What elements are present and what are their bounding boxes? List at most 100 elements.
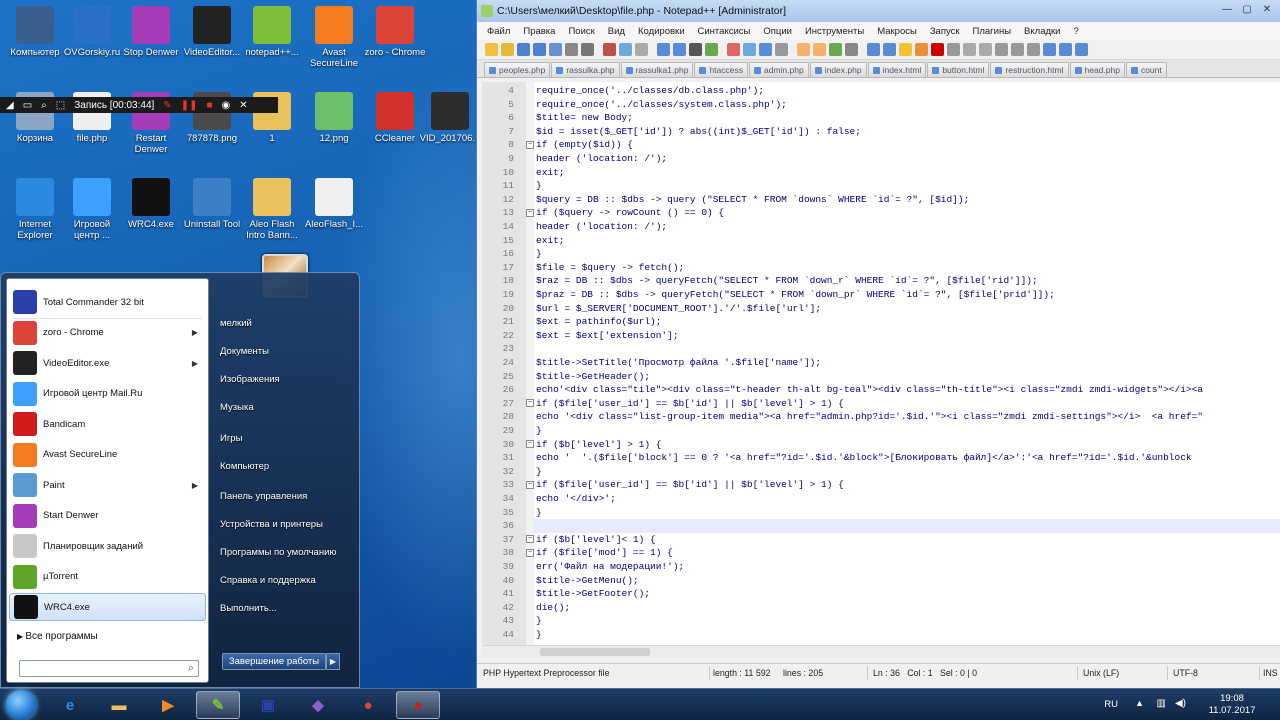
file-tab[interactable]: index.php xyxy=(809,62,867,77)
desktop-icon[interactable]: 12.png xyxy=(302,92,366,144)
start-menu-item[interactable]: Total Commander 32 bit xyxy=(9,288,206,319)
start-menu-right-item[interactable]: Музыка xyxy=(220,402,254,413)
menu-item[interactable]: Опции xyxy=(763,26,792,37)
record-stop-icon[interactable]: ■ xyxy=(206,100,212,111)
desktop-icon[interactable]: WRC4.exe xyxy=(119,178,183,230)
copy-icon[interactable] xyxy=(619,43,632,56)
file-tab[interactable]: index.html xyxy=(867,62,927,77)
volume-icon[interactable]: ◀) xyxy=(1175,698,1186,709)
all-programs-button[interactable]: ▶ Все программы xyxy=(17,631,98,642)
record-macro-icon[interactable] xyxy=(931,43,944,56)
shutdown-options-button[interactable]: ▶ xyxy=(326,653,340,670)
menu-item[interactable]: ? xyxy=(1073,26,1078,37)
find-icon[interactable] xyxy=(689,43,702,56)
desktop-icon[interactable]: Internet Explorer xyxy=(3,178,67,241)
new-file-icon[interactable] xyxy=(485,43,498,56)
desktop-icon[interactable]: Avast SecureLine xyxy=(302,6,366,69)
record-search-icon[interactable]: ⌕ xyxy=(41,100,47,111)
start-menu-item[interactable]: Paint ▶ xyxy=(9,471,206,499)
extra-icon[interactable] xyxy=(1075,43,1088,56)
menu-item[interactable]: Плагины xyxy=(973,26,1012,37)
menu-item[interactable]: Поиск xyxy=(568,26,594,37)
language-icon[interactable] xyxy=(845,43,858,56)
start-menu-item[interactable]: Start Denwer xyxy=(9,502,206,530)
taskbar-item-ie[interactable]: e xyxy=(48,691,92,719)
start-menu-right-item[interactable]: Игры xyxy=(220,433,242,444)
zoom-out-icon[interactable] xyxy=(743,43,756,56)
network-icon[interactable]: ▥ xyxy=(1157,698,1166,709)
desktop-icon[interactable]: AleoFlash_I... xyxy=(302,178,366,230)
menu-item[interactable]: Вид xyxy=(608,26,625,37)
sync-vertical-icon[interactable] xyxy=(759,43,772,56)
menu-item[interactable]: Кодировки xyxy=(638,26,685,37)
start-menu-right-item[interactable]: Выполнить... xyxy=(220,603,277,614)
close-file-icon[interactable] xyxy=(549,43,562,56)
menu-item[interactable]: Макросы xyxy=(877,26,917,37)
start-menu-right-item[interactable]: Документы xyxy=(220,346,269,357)
doc-map-icon[interactable] xyxy=(867,43,880,56)
menu-item[interactable]: Синтаксисы xyxy=(698,26,751,37)
record-region-icon[interactable]: ⬚ xyxy=(56,100,65,111)
fold-marker-icon[interactable]: − xyxy=(526,140,534,149)
start-menu-right-item[interactable]: Панель управления xyxy=(220,491,307,502)
start-menu-item[interactable]: WRC4.exe xyxy=(9,593,206,621)
start-menu-right-item[interactable]: Программы по умолчанию xyxy=(220,547,337,558)
flag-icon[interactable]: ▲ xyxy=(1135,698,1144,708)
desktop-icon[interactable]: Uninstall Tool xyxy=(180,178,244,230)
shutdown-button[interactable]: Завершение работы xyxy=(222,653,326,670)
desktop-icon[interactable]: Игровой центр ... xyxy=(60,178,124,241)
fold-marker-icon[interactable]: − xyxy=(526,399,534,408)
record-camera-icon[interactable]: ◉ xyxy=(222,100,231,111)
start-menu-item[interactable]: µTorrent xyxy=(9,563,206,591)
record-menu-icon[interactable]: ◢ xyxy=(6,100,14,111)
start-menu-right-item[interactable]: Компьютер xyxy=(220,461,269,472)
monitor-icon[interactable] xyxy=(915,43,928,56)
taskbar-item-explorer[interactable]: ▬ xyxy=(97,691,141,719)
menu-item[interactable]: Запуск xyxy=(930,26,960,37)
record-close-icon[interactable]: ✕ xyxy=(239,100,247,111)
start-menu-item[interactable]: Планировщик заданий xyxy=(9,532,206,560)
redo-icon[interactable] xyxy=(673,43,686,56)
fold-margin[interactable]: − − − − − − − xyxy=(526,82,534,645)
zoom-in-icon[interactable] xyxy=(727,43,740,56)
fold-marker-icon[interactable]: − xyxy=(526,535,534,544)
taskbar-item-bandicam[interactable]: ● xyxy=(396,691,440,719)
start-menu-item[interactable]: Avast SecureLine xyxy=(9,441,206,469)
recorder-bar[interactable]: ◢ ▭ ⌕ ⬚ Запись [00:03:44] ✎ ❚❚ ■ ◉ ✕ xyxy=(0,97,278,113)
desktop-icon[interactable]: Aleo Flash Intro Bann... xyxy=(240,178,304,241)
cut-icon[interactable] xyxy=(603,43,616,56)
open-file-icon[interactable] xyxy=(501,43,514,56)
start-menu-right-item[interactable]: Справка и поддержка xyxy=(220,575,316,586)
scrollbar-thumb[interactable] xyxy=(540,648,650,656)
undo-icon[interactable] xyxy=(657,43,670,56)
fold-marker-icon[interactable]: − xyxy=(526,480,534,489)
save-macro-icon[interactable] xyxy=(995,43,1008,56)
desktop-icon[interactable]: Компьютер xyxy=(3,6,67,58)
file-tab[interactable]: head.php xyxy=(1069,62,1125,77)
trim-icon[interactable] xyxy=(1011,43,1024,56)
run-macro-icon[interactable] xyxy=(979,43,992,56)
code-editor[interactable]: 4 5 6 7 8 9 10 11 12 13 14 15 16 17 18 19 20 21 22 23 24 25 26… xyxy=(482,82,1280,645)
show-all-chars-icon[interactable] xyxy=(813,43,826,56)
clock[interactable]: 19:08 11.07.2017 xyxy=(1202,693,1262,717)
function-list-icon[interactable] xyxy=(883,43,896,56)
file-tab[interactable]: button.html xyxy=(927,62,990,77)
desktop-icon[interactable]: notepad++... xyxy=(240,6,304,58)
close-all-icon[interactable] xyxy=(565,43,578,56)
compare-icon[interactable] xyxy=(1043,43,1056,56)
taskbar-item-media-player[interactable]: ▶ xyxy=(146,691,190,719)
file-tab[interactable]: admin.php xyxy=(749,62,809,77)
taskbar-item-total-commander[interactable]: ▣ xyxy=(246,691,290,719)
file-tab[interactable]: rassulka1.php xyxy=(620,62,694,77)
language-indicator[interactable]: RU xyxy=(1104,699,1118,710)
replace-icon[interactable] xyxy=(705,43,718,56)
taskbar-item-chrome[interactable]: ● xyxy=(346,691,390,719)
file-tab[interactable]: htaccess xyxy=(694,62,748,77)
start-menu-right-item[interactable]: Устройства и принтеры xyxy=(220,519,323,530)
file-tab[interactable]: restruction.html xyxy=(990,62,1069,77)
file-tab[interactable]: count xyxy=(1125,62,1167,77)
start-menu-item[interactable]: VideoEditor.exe ▶ xyxy=(9,349,206,377)
start-menu-right-item[interactable]: Изображения xyxy=(220,374,280,385)
desktop-icon[interactable]: Stop Denwer xyxy=(119,6,183,58)
print-icon[interactable] xyxy=(581,43,594,56)
